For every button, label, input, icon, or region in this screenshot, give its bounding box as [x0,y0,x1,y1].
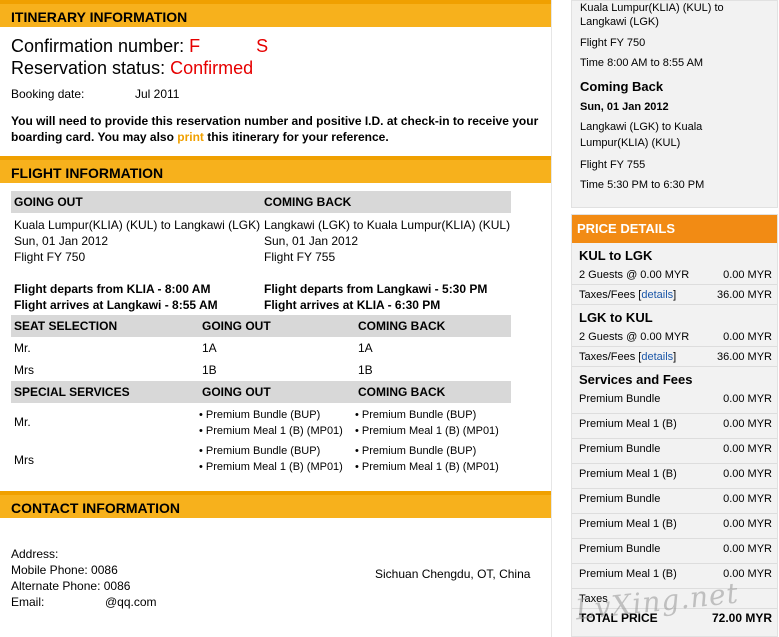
print-link[interactable]: print [177,130,204,144]
reservation-status: Reservation status: Confirmed [11,58,254,78]
price-header: PRICE DETAILS [572,215,777,243]
table-row: Mr. 1A 1A [14,341,373,355]
coming-back-details: Langkawi (LGK) to Kuala Lumpur(KLIA) (KU… [264,218,511,264]
price-row: Premium Meal 1 (B) 0.00 MYR [572,414,777,439]
price-row: 2 Guests @ 0.00 MYR 0.00 MYR [572,327,777,347]
price-row: Taxes/Fees [details] 36.00 MYR [572,347,777,367]
table-row: Mrs Premium Bundle (BUP) Premium Meal 1 … [11,441,511,479]
services-table: SPECIAL SERVICES GOING OUT COMING BACK M… [11,381,511,479]
price-row: 2 Guests @ 0.00 MYR 0.00 MYR [572,265,777,285]
seat-table: SEAT SELECTION GOING OUT COMING BACK Mr.… [11,315,511,381]
price-row: Premium Bundle 0.00 MYR [572,439,777,464]
price-row: Premium Meal 1 (B) 0.00 MYR [572,464,777,489]
flight-details: Kuala Lumpur(KLIA) (KUL) to Langkawi (LG… [11,217,551,265]
trip-summary: Kuala Lumpur(KLIA) (KUL) to Langkawi (LG… [571,0,778,208]
coming-back-title: COMING BACK [261,191,511,213]
contact-block: Address: Sichuan Chengdu, OT, China Mobi… [0,518,551,610]
sidebar: Kuala Lumpur(KLIA) (KUL) to Langkawi (LG… [552,0,779,637]
itinerary-header: ITINERARY INFORMATION [0,0,551,27]
price-row: Taxes/Fees [details] 36.00 MYR [572,285,777,305]
price-row: Premium Meal 1 (B) 0.00 MYR [572,514,777,539]
flight-times: Flight departs from KLIA - 8:00 AM Fligh… [14,282,488,312]
status-badge: Confirmed [170,58,254,78]
price-details: PRICE DETAILS KUL to LGK 2 Guests @ 0.00… [571,214,778,637]
confirmation-block: Confirmation number: FS Reservation stat… [0,27,551,145]
details-link[interactable]: details [641,351,673,363]
flight-table: GOING OUT COMING BACK [11,191,511,213]
itinerary-panel: ITINERARY INFORMATION Confirmation numbe… [0,0,552,637]
confirmation-number: Confirmation number: FS [11,36,269,56]
email: Email: @qq.com [11,595,157,609]
price-row: Premium Bundle 0.00 MYR [572,389,777,414]
flight-header: FLIGHT INFORMATION [0,156,551,183]
address-label: Address: [11,547,59,561]
contact-header: CONTACT INFORMATION [0,491,551,518]
price-row: Premium Bundle 0.00 MYR [572,489,777,514]
going-out-title: GOING OUT [11,191,261,213]
table-row: Mr. Premium Bundle (BUP) Premium Meal 1 … [11,403,511,441]
address-value: Sichuan Chengdu, OT, China [375,567,531,581]
checkin-notice: You will need to provide this reservatio… [11,114,539,144]
booking-date: Booking date: Jul 2011 [11,87,180,101]
table-row: Mrs 1B 1B [14,363,373,377]
price-row: Premium Bundle 0.00 MYR [572,539,777,564]
details-link[interactable]: details [641,289,673,301]
going-out-details: Kuala Lumpur(KLIA) (KUL) to Langkawi (LG… [14,218,261,264]
